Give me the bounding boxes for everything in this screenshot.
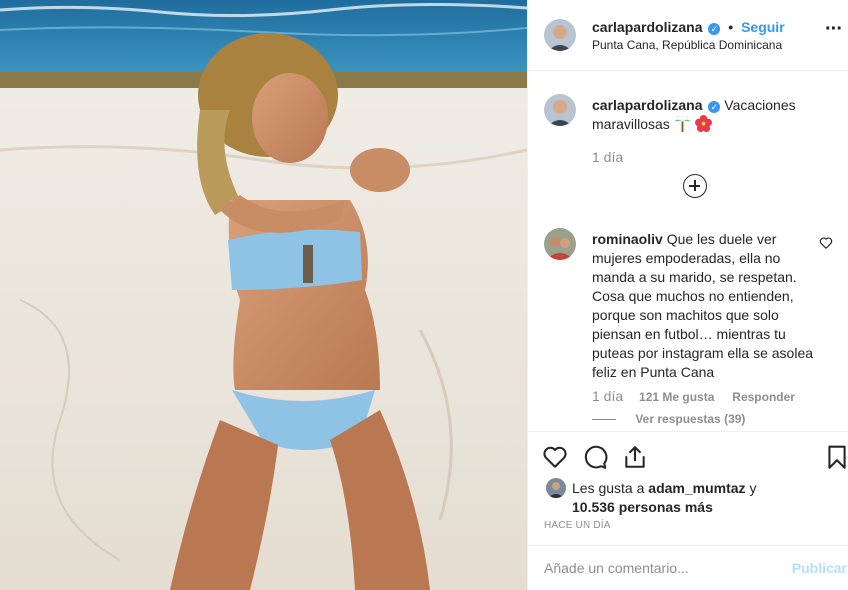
post-header: carlapardolizana ✓ • Seguir Punta Cana, …	[528, 0, 848, 71]
hibiscus-icon	[694, 115, 712, 132]
palm-tree-icon	[674, 115, 690, 132]
author-username[interactable]: carlapardolizana	[592, 19, 703, 35]
likes-summary: Les gusta a adam_mumtaz y 10.536 persona…	[546, 478, 836, 516]
post-caption: carlapardolizana ✓ Vacaciones maravillos…	[592, 96, 832, 134]
share-icon[interactable]	[622, 444, 648, 470]
location-link[interactable]: Punta Cana, República Dominicana	[592, 38, 782, 52]
caption-username[interactable]: carlapardolizana	[592, 97, 703, 113]
likes-others-link[interactable]: 10.536 personas más	[546, 498, 836, 516]
view-replies-label[interactable]: Ver respuestas (39)	[635, 412, 745, 426]
comment-likes[interactable]: 121 Me gusta	[639, 390, 714, 404]
follow-button[interactable]: Seguir	[741, 19, 785, 35]
author-avatar[interactable]	[544, 19, 576, 51]
verified-badge-icon: ✓	[708, 101, 721, 113]
caption-avatar[interactable]	[544, 94, 576, 126]
plus-circle-icon[interactable]	[683, 174, 707, 198]
instagram-post: carlapardolizana ✓ • Seguir Punta Cana, …	[0, 0, 848, 590]
verified-badge-icon: ✓	[708, 23, 721, 35]
ellipsis-icon[interactable]: ···	[825, 19, 847, 46]
caption-time: 1 día	[592, 149, 624, 165]
liker-username[interactable]: adam_mumtaz	[648, 480, 745, 496]
separator: •	[728, 19, 734, 35]
comment-body: rominaoliv Que les duele ver mujeres emp…	[592, 230, 817, 382]
comment-form: Publicar	[528, 545, 848, 590]
post-timestamp[interactable]: Hace un día	[544, 520, 611, 531]
header-user-line: carlapardolizana ✓ • Seguir	[592, 19, 785, 35]
commenter-username[interactable]: rominaoliv	[592, 231, 663, 247]
heart-icon[interactable]	[542, 444, 568, 470]
likes-conjunction: y	[749, 480, 757, 496]
commenter-avatar[interactable]	[544, 228, 576, 260]
publish-button[interactable]: Publicar	[792, 560, 847, 576]
comment-icon[interactable]	[582, 444, 608, 470]
bookmark-icon[interactable]	[824, 444, 848, 470]
comment-time: 1 día	[592, 388, 624, 404]
likes-prefix: Les gusta a	[572, 480, 645, 496]
view-replies-button[interactable]: Ver respuestas (39)	[592, 412, 745, 426]
comment-text: Que les duele ver mujeres empoderadas, e…	[592, 231, 814, 380]
post-sidebar: carlapardolizana ✓ • Seguir Punta Cana, …	[527, 0, 848, 590]
comment-meta: 1 día 121 Me gusta Responder	[592, 388, 795, 404]
comment-input[interactable]	[544, 558, 774, 578]
post-photo[interactable]	[0, 0, 527, 590]
divider	[592, 419, 616, 421]
reply-button[interactable]: Responder	[732, 390, 795, 404]
liker-avatar[interactable]	[546, 478, 566, 498]
comment-like-heart-icon[interactable]	[819, 236, 833, 250]
